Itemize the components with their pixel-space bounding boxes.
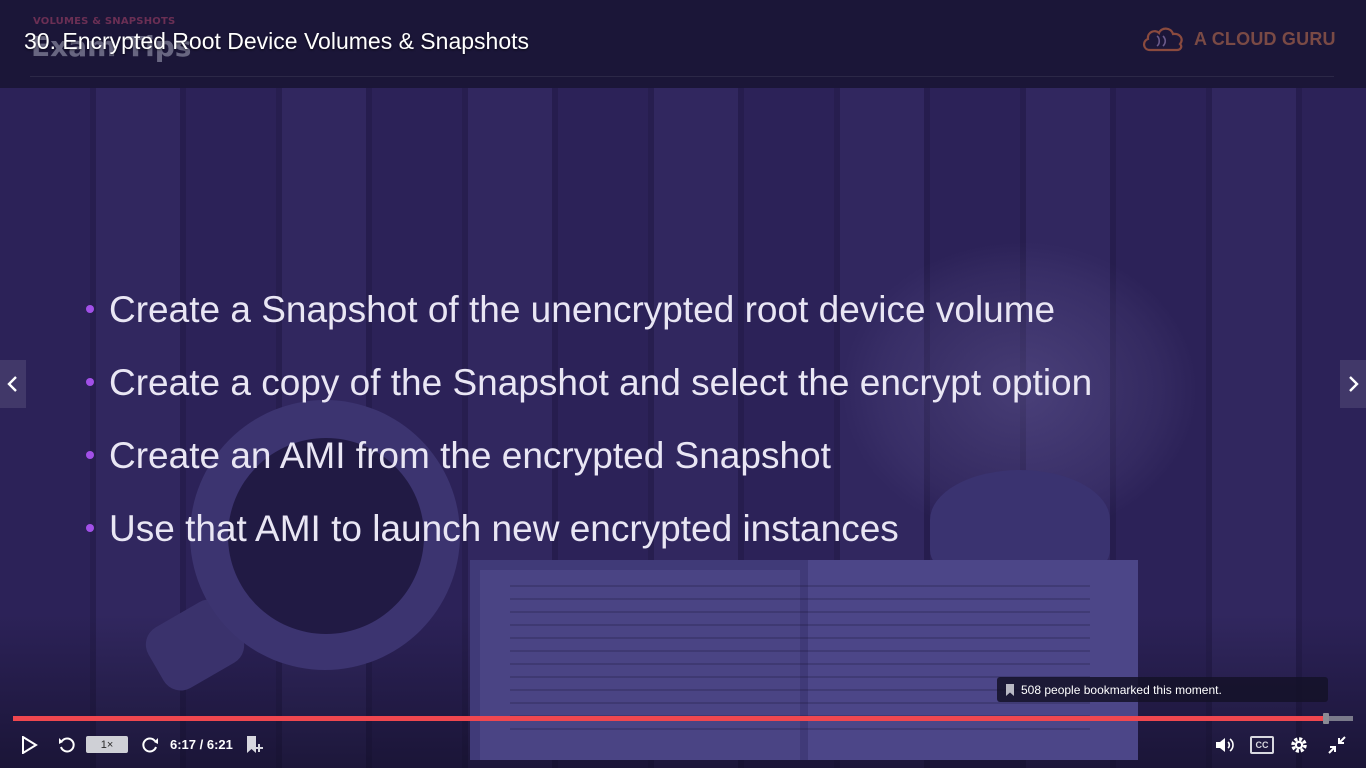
bullet-text: Create a copy of the Snapshot and select… — [109, 362, 1093, 403]
captions-icon: CC — [1250, 736, 1274, 754]
cloud-logo-icon — [1143, 27, 1183, 52]
add-bookmark-button[interactable] — [243, 728, 265, 762]
bullet-dot — [86, 378, 94, 386]
chevron-right-icon — [1349, 376, 1359, 392]
background-book-text — [510, 585, 1090, 735]
play-button[interactable] — [18, 728, 40, 762]
bullet-text: Use that AMI to launch new encrypted ins… — [109, 508, 899, 549]
settings-button[interactable] — [1288, 728, 1310, 762]
forward-icon — [142, 737, 158, 753]
brand-name: A CLOUD GURU — [1194, 28, 1336, 49]
bullet-dot — [86, 305, 94, 313]
gear-icon — [1291, 737, 1307, 753]
forward-button[interactable] — [139, 728, 161, 762]
slide-header-divider — [30, 76, 1334, 77]
volume-icon — [1216, 738, 1234, 752]
lesson-title: 30. Encrypted Root Device Volumes & Snap… — [24, 28, 530, 54]
captions-button[interactable]: CC — [1250, 728, 1274, 762]
progress-bar-fill — [13, 716, 1326, 721]
play-icon — [22, 736, 38, 754]
bullet-text: Create an AMI from the encrypted Snapsho… — [109, 435, 831, 476]
previous-lesson-button[interactable] — [0, 360, 26, 408]
slide-bullet: Create an AMI from the encrypted Snapsho… — [86, 432, 1266, 505]
rewind-icon — [59, 737, 75, 753]
slide-bullet: Create a Snapshot of the unencrypted roo… — [86, 286, 1266, 359]
bookmark-tooltip: 508 people bookmarked this moment. — [997, 677, 1328, 702]
slide-bullet-list: Create a Snapshot of the unencrypted roo… — [86, 286, 1266, 578]
bullet-text: Create a Snapshot of the unencrypted roo… — [109, 289, 1056, 330]
exit-fullscreen-icon — [1328, 736, 1346, 754]
time-display: 6:17 / 6:21 — [170, 737, 233, 752]
progress-bar[interactable] — [13, 713, 1353, 724]
rewind-button[interactable] — [56, 728, 78, 762]
section-tag: VOLUMES & SNAPSHOTS — [33, 16, 176, 27]
bullet-dot — [86, 524, 94, 532]
bullet-dot — [86, 451, 94, 459]
progress-scrubber-handle[interactable] — [1323, 713, 1329, 724]
volume-button[interactable] — [1214, 728, 1236, 762]
chevron-left-icon — [7, 376, 17, 392]
slide-bullet: Create a copy of the Snapshot and select… — [86, 359, 1266, 432]
bookmark-icon — [1006, 683, 1014, 696]
player-controls: 1× 6:17 / 6:21 CC — [0, 728, 1366, 762]
bookmark-add-icon — [247, 736, 263, 753]
brand-logo-group: A CLOUD GURU — [1140, 24, 1336, 54]
next-lesson-button[interactable] — [1340, 360, 1366, 408]
exit-fullscreen-button[interactable] — [1326, 728, 1348, 762]
slide-bullet: Use that AMI to launch new encrypted ins… — [86, 505, 1266, 578]
playback-speed-button[interactable]: 1× — [86, 736, 128, 753]
bookmark-tooltip-text: 508 people bookmarked this moment. — [1021, 682, 1222, 697]
